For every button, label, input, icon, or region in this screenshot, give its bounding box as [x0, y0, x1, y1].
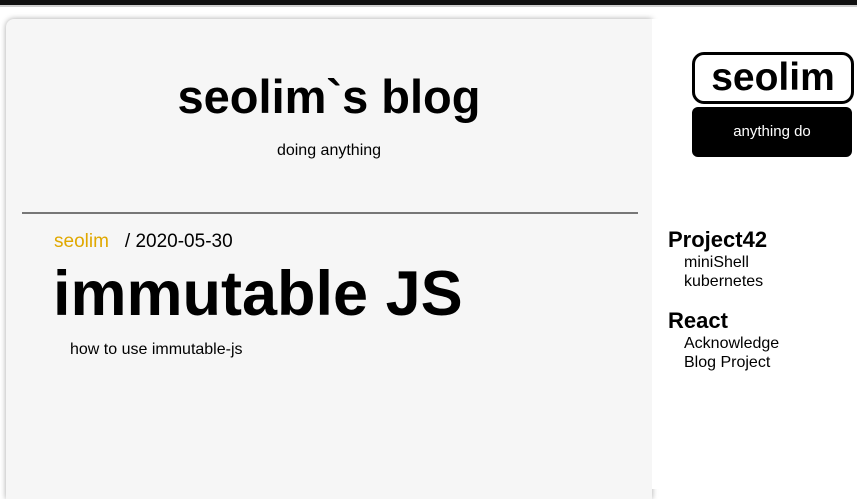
- main-content-card: seolim`s blog doing anything seolim / 202…: [6, 19, 652, 499]
- post-description: how to use immutable-js: [70, 341, 243, 358]
- post-meta: seolim / 2020-05-30: [54, 231, 233, 253]
- category-item-minishell[interactable]: miniShell: [668, 253, 767, 272]
- category-group-react: React Acknowledge Blog Project: [668, 308, 779, 372]
- post-date: / 2020-05-30: [124, 231, 233, 252]
- category-item-kubernetes[interactable]: kubernetes: [668, 272, 767, 291]
- post-author-link[interactable]: seolim: [54, 231, 109, 252]
- profile-button[interactable]: anything do: [692, 107, 852, 157]
- category-group-project42: Project42 miniShell kubernetes: [668, 227, 767, 291]
- category-item-blog-project[interactable]: Blog Project: [668, 353, 779, 372]
- blog-title[interactable]: seolim`s blog: [6, 73, 652, 120]
- profile-name-badge: seolim: [692, 52, 854, 104]
- blog-subtitle: doing anything: [276, 142, 382, 159]
- category-title-react[interactable]: React: [668, 308, 779, 334]
- category-item-acknowledge[interactable]: Acknowledge: [668, 334, 779, 353]
- category-title-project42[interactable]: Project42: [668, 227, 767, 253]
- window-top-bar-shade: [0, 5, 857, 7]
- sidebar: seolim anything do Project42 miniShell k…: [652, 19, 857, 489]
- post-title-link[interactable]: immutable JS: [53, 263, 463, 326]
- header-divider: [22, 212, 638, 214]
